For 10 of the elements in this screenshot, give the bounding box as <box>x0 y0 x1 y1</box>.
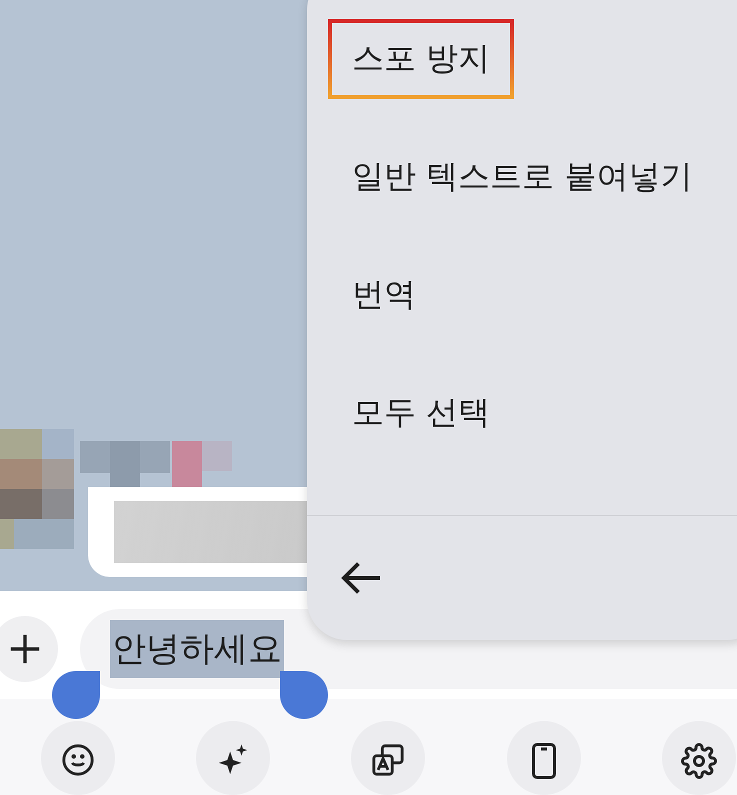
menu-item[interactable]: 일반 텍스트로 붙여넣기 <box>328 137 716 217</box>
settings-icon <box>681 743 718 779</box>
menu-item[interactable]: 모두 선택 <box>328 373 514 453</box>
selection-handle[interactable] <box>52 671 100 719</box>
add-button[interactable] <box>0 616 58 682</box>
translate-icon <box>371 743 406 777</box>
menu-item[interactable]: 번역 <box>328 255 440 335</box>
plus-icon <box>8 632 42 666</box>
smiley-icon <box>60 743 95 777</box>
menu-item[interactable]: 스포 방지 <box>328 19 514 99</box>
